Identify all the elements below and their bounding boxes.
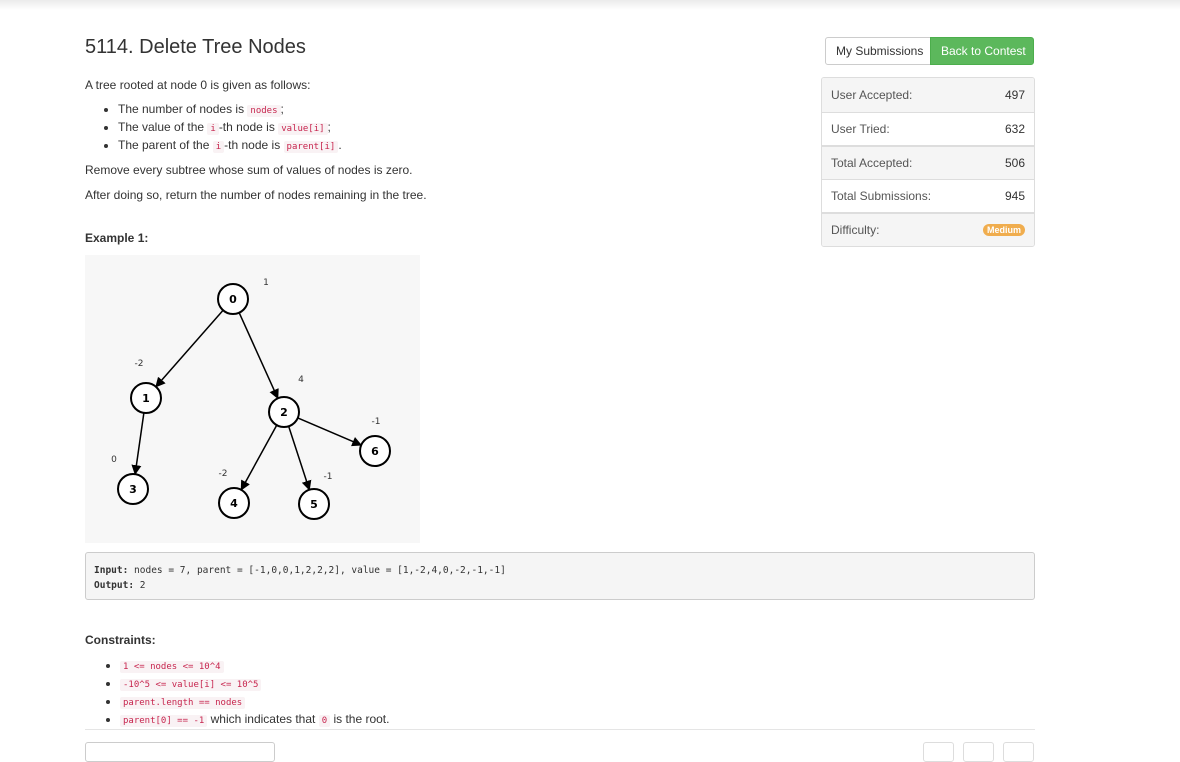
tree-nodes: 0 1 2 3 4 5 6 bbox=[117, 283, 391, 520]
tree-node-label: 3 bbox=[129, 483, 137, 496]
tree-node-value-label: -1 bbox=[372, 417, 381, 427]
code-nodes: nodes bbox=[247, 105, 281, 117]
stat-user-tried: User Tried: 632 bbox=[822, 111, 1034, 146]
back-to-contest-button[interactable]: Back to Contest bbox=[930, 37, 1034, 65]
definition-item-parent: The parent of the i-th node is parent[i]… bbox=[118, 137, 785, 155]
constraints-list: 1 <= nodes <= 10^4 -10^5 <= value[i] <= … bbox=[85, 657, 389, 729]
difficulty-badge: Medium bbox=[982, 224, 1025, 237]
editor-tool-button[interactable] bbox=[963, 742, 994, 762]
tree-node-value-label: 0 bbox=[111, 455, 117, 465]
constraint-item: parent[0] == -1 which indicates that 0 i… bbox=[120, 711, 389, 729]
code-i: i bbox=[212, 141, 225, 153]
tree-node-label: 2 bbox=[280, 406, 288, 419]
example-io-block: Input: nodes = 7, parent = [-1,0,0,1,2,2… bbox=[85, 552, 1035, 600]
section-divider bbox=[85, 729, 1035, 730]
code-i: i bbox=[207, 123, 219, 135]
definition-item-nodes: The number of nodes is nodes; bbox=[118, 101, 785, 119]
language-select[interactable] bbox=[85, 742, 275, 762]
tree-node-value-label: -2 bbox=[135, 359, 144, 369]
my-submissions-button[interactable]: My Submissions bbox=[825, 37, 931, 65]
tree-edge-2-6 bbox=[297, 417, 363, 447]
problem-action-buttons: My Submissions Back to Contest bbox=[825, 37, 1034, 65]
tree-node-label: 0 bbox=[229, 293, 237, 306]
stat-user-accepted: User Accepted: 497 bbox=[822, 78, 1034, 112]
return-text: After doing so, return the number of nod… bbox=[85, 188, 427, 202]
example-heading: Example 1: bbox=[85, 231, 149, 245]
editor-tool-button[interactable] bbox=[1003, 742, 1034, 762]
tree-node-value-label: 1 bbox=[263, 278, 269, 288]
definition-list: The number of nodes is nodes; The value … bbox=[85, 101, 785, 155]
tree-diagram: 0 1 2 3 4 5 6 1 -2 4 0 -2 -1 -1 bbox=[111, 278, 391, 520]
tree-edge-0-1 bbox=[155, 309, 224, 388]
stat-total-accepted: Total Accepted: 506 bbox=[822, 145, 1034, 179]
tree-node-label: 6 bbox=[371, 445, 379, 458]
tree-edge-2-5 bbox=[287, 426, 312, 491]
tree-edge-0-2 bbox=[238, 312, 279, 400]
definition-item-value: The value of the i-th node is value[i]; bbox=[118, 119, 785, 137]
tree-node-value-label: 4 bbox=[298, 375, 304, 385]
example-input-line: Input: nodes = 7, parent = [-1,0,0,1,2,2… bbox=[94, 565, 506, 576]
problem-description: A tree rooted at node 0 is given as foll… bbox=[85, 78, 785, 202]
tree-node-value-label: -2 bbox=[219, 469, 228, 479]
remove-text: Remove every subtree whose sum of values… bbox=[85, 163, 413, 177]
constraint-item: -10^5 <= value[i] <= 10^5 bbox=[120, 675, 389, 693]
code-value-i: value[i] bbox=[278, 123, 328, 135]
tree-edge-1-3 bbox=[131, 412, 145, 476]
stat-difficulty: Difficulty: Medium bbox=[822, 212, 1034, 246]
example-tree-figure: 0 1 2 3 4 5 6 1 -2 4 0 -2 -1 -1 bbox=[85, 255, 420, 543]
top-nav-shadow bbox=[0, 0, 1180, 10]
problem-stats-panel: User Accepted: 497 User Tried: 632 Total… bbox=[821, 77, 1035, 247]
tree-node-value-label: -1 bbox=[324, 472, 333, 482]
editor-tool-button[interactable] bbox=[923, 742, 954, 762]
tree-edges bbox=[131, 309, 363, 491]
code-parent-i: parent[i] bbox=[283, 141, 339, 153]
tree-value-labels: 1 -2 4 0 -2 -1 -1 bbox=[111, 278, 380, 482]
stat-total-submissions: Total Submissions: 945 bbox=[822, 178, 1034, 213]
constraint-item: parent.length == nodes bbox=[120, 693, 389, 711]
problem-title: 5114. Delete Tree Nodes bbox=[85, 36, 306, 58]
example-output-line: Output: 2 bbox=[94, 580, 146, 591]
intro-text: A tree rooted at node 0 is given as foll… bbox=[85, 78, 311, 92]
tree-edge-2-4 bbox=[240, 424, 278, 491]
tree-node-label: 1 bbox=[142, 392, 150, 405]
tree-node-label: 4 bbox=[230, 497, 238, 510]
constraints-heading: Constraints: bbox=[85, 633, 156, 647]
constraint-item: 1 <= nodes <= 10^4 bbox=[120, 657, 389, 675]
tree-node-label: 5 bbox=[310, 498, 318, 511]
